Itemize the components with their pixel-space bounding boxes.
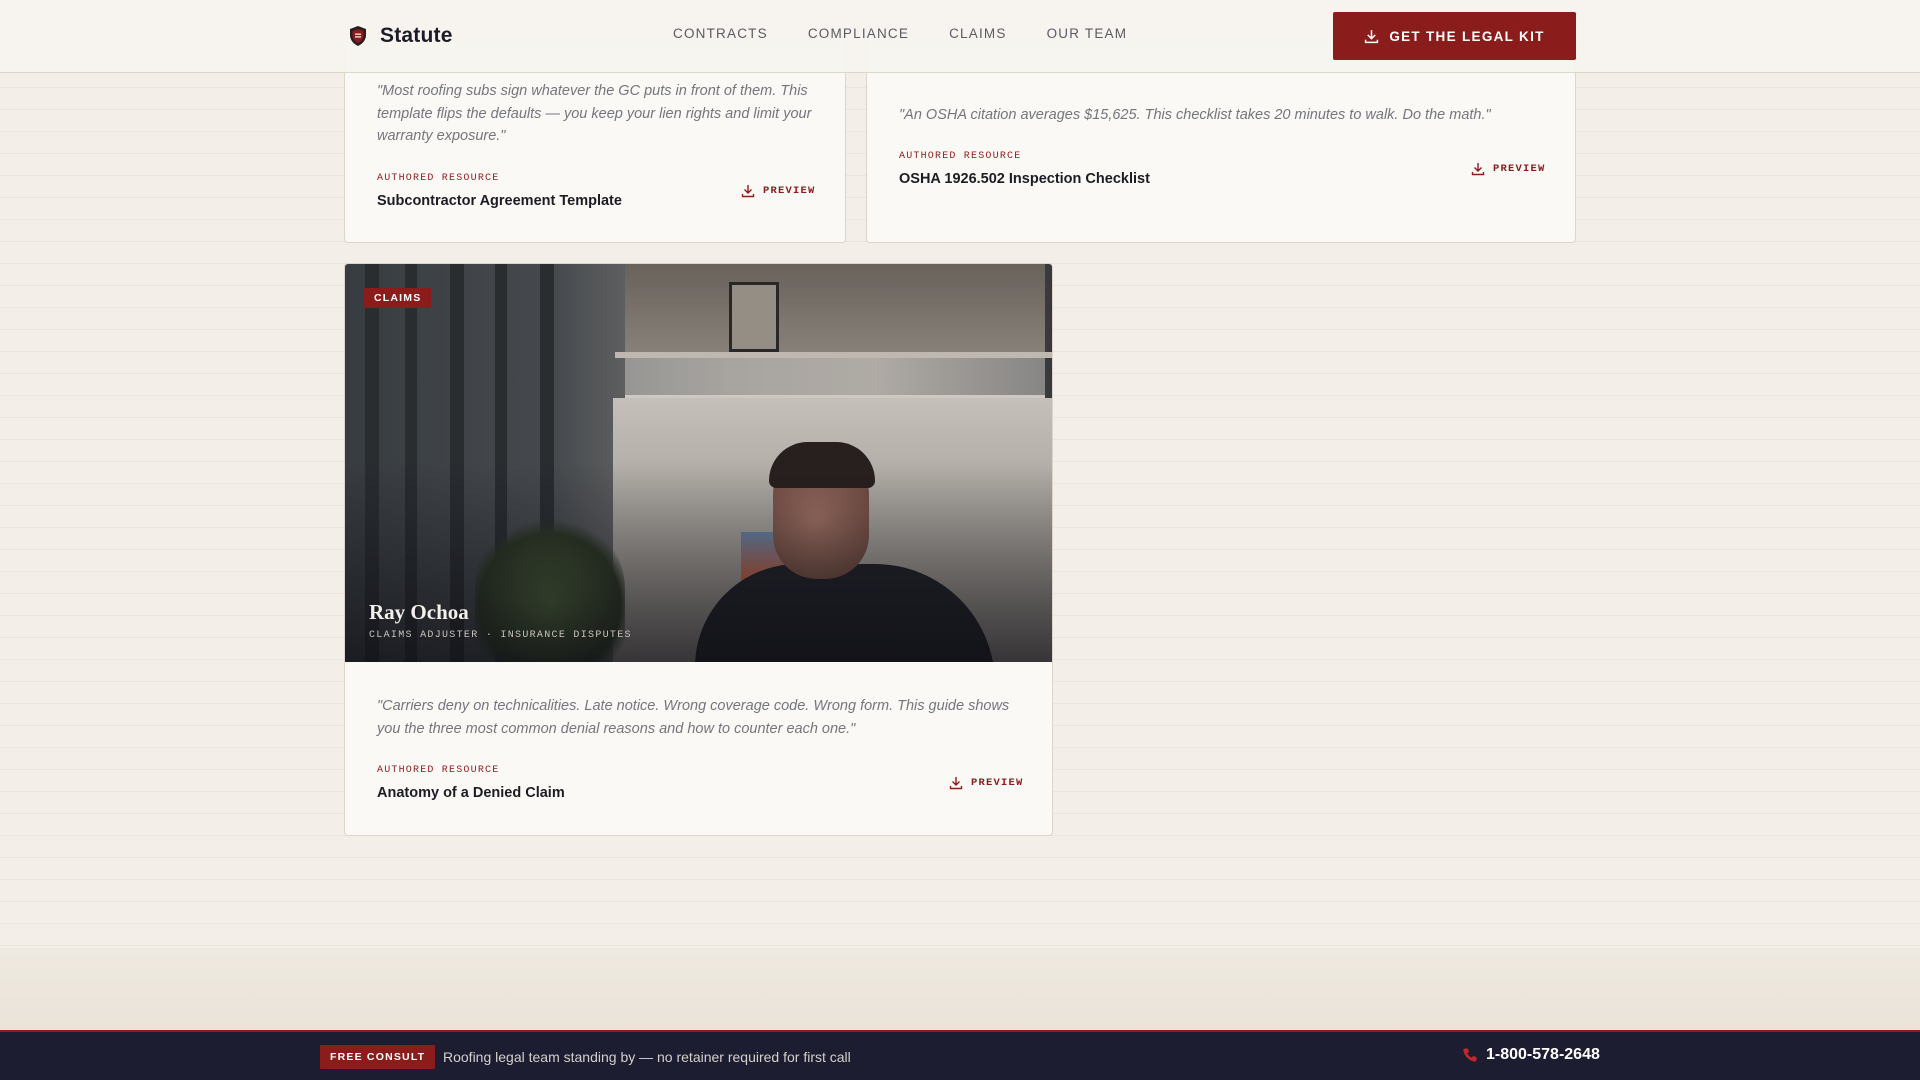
site-header: Statute CONTRACTS COMPLIANCE CLAIMS OUR …	[0, 0, 1920, 73]
resource-card-denied-claim: CLAIMS Ray Ochoa CLAIMS ADJUSTER · INSUR…	[344, 263, 1053, 836]
author-name: Ray Ochoa	[369, 600, 469, 624]
card-label: AUTHORED RESOURCE	[377, 765, 500, 776]
brand-name: Statute	[380, 24, 453, 47]
get-legal-kit-button[interactable]: GET THE LEGAL KIT	[1333, 12, 1576, 60]
brand-logo[interactable]: Statute	[348, 24, 453, 48]
card-quote: "An OSHA citation averages $15,625. This…	[899, 107, 1491, 123]
download-icon	[1365, 29, 1379, 43]
nav-our-team[interactable]: OUR TEAM	[1047, 26, 1128, 41]
download-icon	[949, 777, 963, 790]
card-title: OSHA 1926.502 Inspection Checklist	[899, 171, 1150, 187]
card-quote: "Most roofing subs sign whatever the GC …	[377, 83, 812, 144]
footer-band	[0, 948, 1920, 1030]
nav-claims[interactable]: CLAIMS	[949, 26, 1006, 41]
consult-message: Roofing legal team standing by — no reta…	[443, 1049, 851, 1065]
preview-label: PREVIEW	[1493, 163, 1546, 175]
card-title: Subcontractor Agreement Template	[377, 193, 622, 209]
download-icon	[741, 185, 755, 198]
preview-button[interactable]: PREVIEW	[741, 184, 816, 198]
card-title: Anatomy of a Denied Claim	[377, 785, 565, 801]
preview-button[interactable]: PREVIEW	[949, 776, 1024, 790]
nav-compliance[interactable]: COMPLIANCE	[808, 26, 909, 41]
card-quote: "Carriers deny on technicalities. Late n…	[377, 698, 1010, 737]
main-nav: CONTRACTS COMPLIANCE CLAIMS OUR TEAM	[673, 26, 1167, 41]
nav-contracts[interactable]: CONTRACTS	[673, 26, 768, 41]
preview-button[interactable]: PREVIEW	[1471, 162, 1546, 176]
preview-label: PREVIEW	[971, 777, 1024, 789]
cta-label: GET THE LEGAL KIT	[1389, 28, 1545, 44]
phone-link[interactable]: 1-800-578-2648	[1462, 1046, 1600, 1064]
phone-icon	[1463, 1048, 1477, 1062]
shield-icon	[350, 26, 366, 46]
category-tag: CLAIMS	[364, 288, 432, 308]
consult-bar: FREE CONSULT Roofing legal team standing…	[0, 1030, 1920, 1080]
free-consult-badge[interactable]: FREE CONSULT	[320, 1045, 436, 1069]
preview-label: PREVIEW	[763, 185, 816, 197]
phone-number: 1-800-578-2648	[1486, 1046, 1600, 1063]
card-label: AUTHORED RESOURCE	[377, 173, 500, 184]
card-label: AUTHORED RESOURCE	[899, 151, 1022, 162]
author-photo: CLAIMS Ray Ochoa CLAIMS ADJUSTER · INSUR…	[345, 264, 1052, 662]
download-icon	[1471, 163, 1485, 176]
author-role: CLAIMS ADJUSTER · INSURANCE DISPUTES	[369, 630, 632, 641]
